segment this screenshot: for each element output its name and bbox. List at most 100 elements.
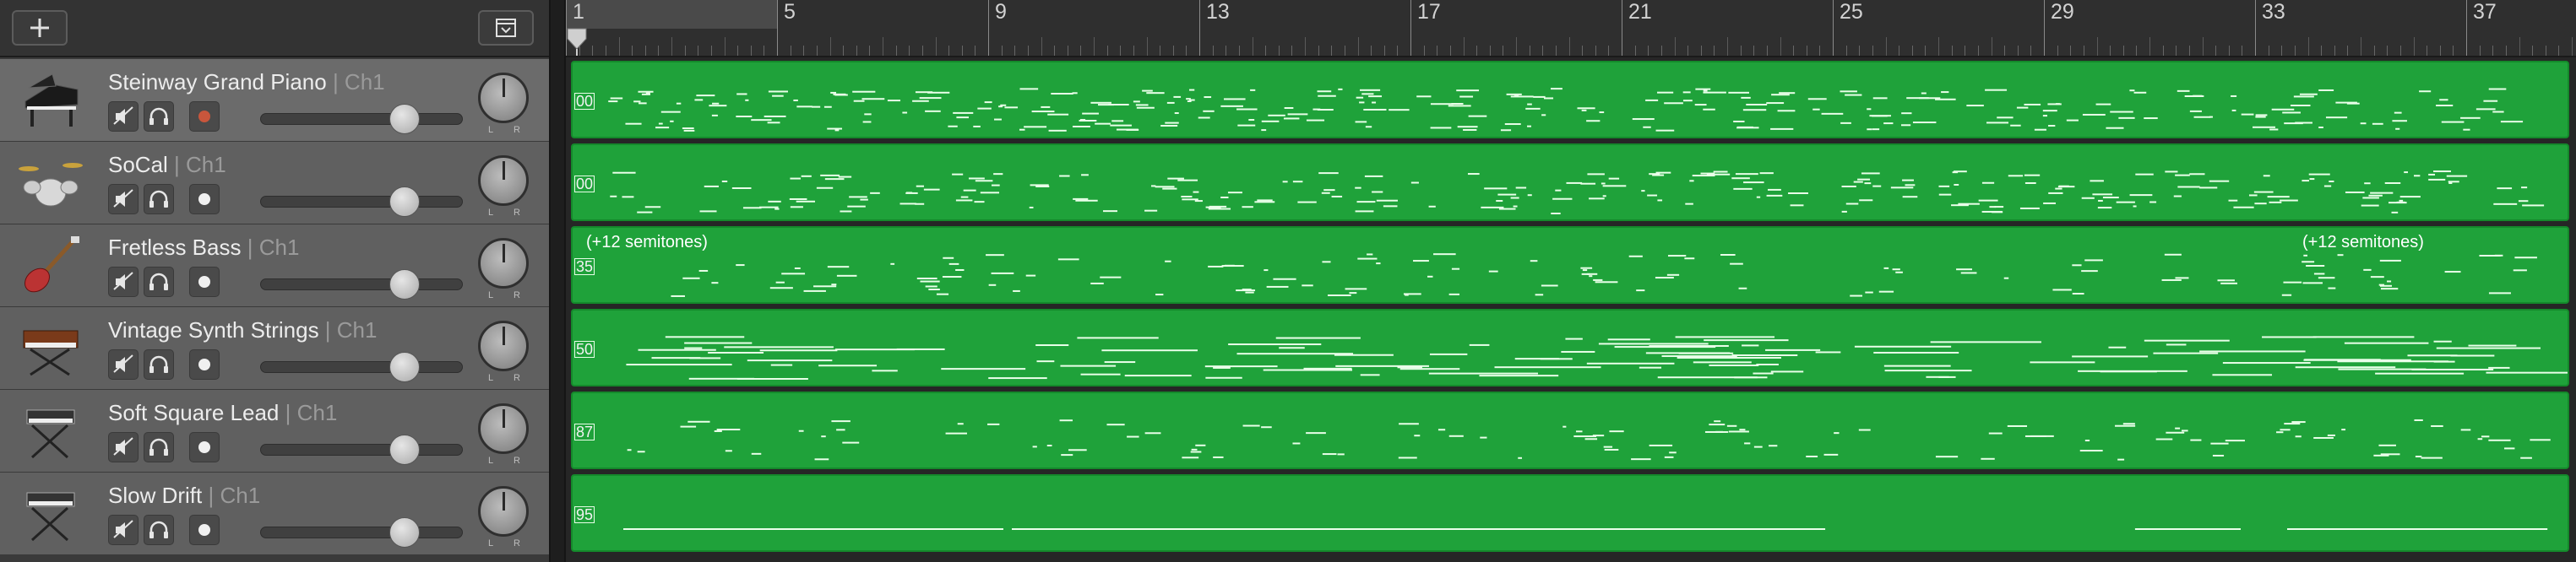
ruler-tick: [935, 37, 937, 56]
mute-button[interactable]: [108, 184, 139, 214]
ruler-subtick: [2188, 46, 2190, 56]
arrange-area[interactable]: 00 00 35 (+12 semitones) (+12 semitones) 50 87…: [566, 57, 2576, 562]
ruler-major-tick: [1410, 0, 1411, 56]
ruler-subtick: [961, 46, 963, 56]
track-name[interactable]: Vintage Synth Strings | Ch1: [108, 317, 377, 343]
volume-slider-handle[interactable]: [389, 352, 420, 382]
record-enable-button[interactable]: [189, 349, 220, 380]
record-enable-button[interactable]: [189, 432, 220, 462]
volume-slider[interactable]: [260, 435, 463, 465]
track-header[interactable]: Vintage Synth Strings | Ch1 L R: [0, 307, 549, 390]
pan-knob[interactable]: [478, 403, 529, 454]
solo-button[interactable]: [144, 184, 174, 214]
track-name[interactable]: SoCal | Ch1: [108, 152, 226, 178]
midi-notes: [610, 170, 2545, 214]
add-track-button[interactable]: [12, 10, 68, 46]
volume-slider[interactable]: [260, 186, 463, 217]
ruler-subtick: [1766, 46, 1768, 56]
ruler-subtick: [2492, 46, 2494, 56]
ruler-subtick: [1054, 46, 1056, 56]
record-enable-button[interactable]: [189, 184, 220, 214]
ruler-subtick: [632, 46, 633, 56]
volume-slider[interactable]: [260, 517, 463, 548]
solo-button[interactable]: [144, 267, 174, 297]
record-enable-button[interactable]: [189, 515, 220, 545]
midi-region[interactable]: 50: [571, 309, 2569, 386]
ruler-major-tick: [566, 0, 567, 56]
mute-button[interactable]: [108, 101, 139, 132]
record-enable-button[interactable]: [189, 267, 220, 297]
volume-slider-handle[interactable]: [389, 517, 420, 548]
ruler-tick: [2572, 37, 2573, 56]
ruler-subtick: [2532, 46, 2534, 56]
ruler-subtick: [1423, 46, 1425, 56]
ruler-bar-label: 25: [1840, 0, 1863, 24]
track-name[interactable]: Soft Square Lead | Ch1: [108, 400, 337, 426]
midi-notes: [671, 253, 2537, 297]
ruler-subtick: [2453, 46, 2454, 56]
mute-button[interactable]: [108, 432, 139, 462]
ruler-subtick: [1080, 46, 1082, 56]
track-name[interactable]: Slow Drift | Ch1: [108, 483, 260, 509]
plus-icon: [30, 19, 49, 37]
headphones-icon: [149, 190, 168, 208]
volume-slider-handle[interactable]: [389, 269, 420, 300]
ruler-subtick: [2321, 46, 2323, 56]
ruler-tick: [1146, 37, 1148, 56]
volume-slider-handle[interactable]: [389, 104, 420, 134]
pan-knob[interactable]: [478, 486, 529, 537]
region-label: 87: [574, 424, 595, 440]
ruler-subtick: [1027, 46, 1029, 56]
volume-slider[interactable]: [260, 104, 463, 134]
track-channel-label: | Ch1: [241, 235, 300, 260]
volume-slider[interactable]: [260, 269, 463, 300]
record-enable-button[interactable]: [189, 101, 220, 132]
mute-button[interactable]: [108, 349, 139, 380]
volume-slider[interactable]: [260, 352, 463, 382]
panel-splitter[interactable]: [549, 0, 566, 562]
track-header[interactable]: SoCal | Ch1 L R: [0, 142, 549, 224]
track-name[interactable]: Fretless Bass | Ch1: [108, 235, 299, 261]
global-tracks-button[interactable]: [478, 10, 534, 46]
midi-region[interactable]: 35 (+12 semitones) (+12 semitones): [571, 226, 2569, 304]
pan-knob-indicator: [503, 409, 505, 428]
track-channel-label: | Ch1: [167, 152, 226, 177]
pan-knob[interactable]: [478, 238, 529, 289]
midi-region[interactable]: 87: [571, 392, 2569, 469]
pan-knob[interactable]: [478, 73, 529, 123]
pan-right-label: R: [514, 538, 520, 548]
mute-button[interactable]: [108, 267, 139, 297]
pan-knob[interactable]: [478, 155, 529, 206]
solo-button[interactable]: [144, 101, 174, 132]
track-header[interactable]: Steinway Grand Piano | Ch1 L R: [0, 59, 549, 142]
ruler-subtick: [1172, 46, 1174, 56]
cycle-region-highlight[interactable]: [566, 0, 777, 29]
ruler-subtick: [2334, 46, 2335, 56]
midi-region[interactable]: 00: [571, 143, 2569, 221]
bar-ruler[interactable]: 1 5 9 13 17 21 25 29 33 37: [566, 0, 2576, 57]
solo-button[interactable]: [144, 432, 174, 462]
ruler-subtick: [2228, 46, 2230, 56]
track-header[interactable]: Slow Drift | Ch1 L R: [0, 473, 549, 555]
track-name-label: Fretless Bass: [108, 235, 242, 260]
solo-button[interactable]: [144, 349, 174, 380]
pan-knob[interactable]: [478, 321, 529, 371]
track-header[interactable]: Fretless Bass | Ch1 L R: [0, 224, 549, 307]
mute-button[interactable]: [108, 515, 139, 545]
midi-region[interactable]: 95: [571, 474, 2569, 552]
volume-slider-handle[interactable]: [389, 186, 420, 217]
volume-slider-handle[interactable]: [389, 435, 420, 465]
midi-region[interactable]: 00: [571, 61, 2569, 138]
solo-button[interactable]: [144, 515, 174, 545]
track-header[interactable]: Soft Square Lead | Ch1 L R: [0, 390, 549, 473]
ruler-tick: [618, 37, 620, 56]
headphones-icon: [149, 107, 168, 125]
ruler-subtick: [2399, 46, 2401, 56]
ruler-subtick: [1714, 46, 1715, 56]
track-name[interactable]: Steinway Grand Piano | Ch1: [108, 69, 385, 95]
ruler-subtick: [684, 46, 686, 56]
ruler-bar-label: 29: [2051, 0, 2074, 24]
ruler-major-tick: [2466, 0, 2467, 56]
ruler-subtick: [1595, 46, 1596, 56]
ruler-subtick: [2294, 46, 2296, 56]
